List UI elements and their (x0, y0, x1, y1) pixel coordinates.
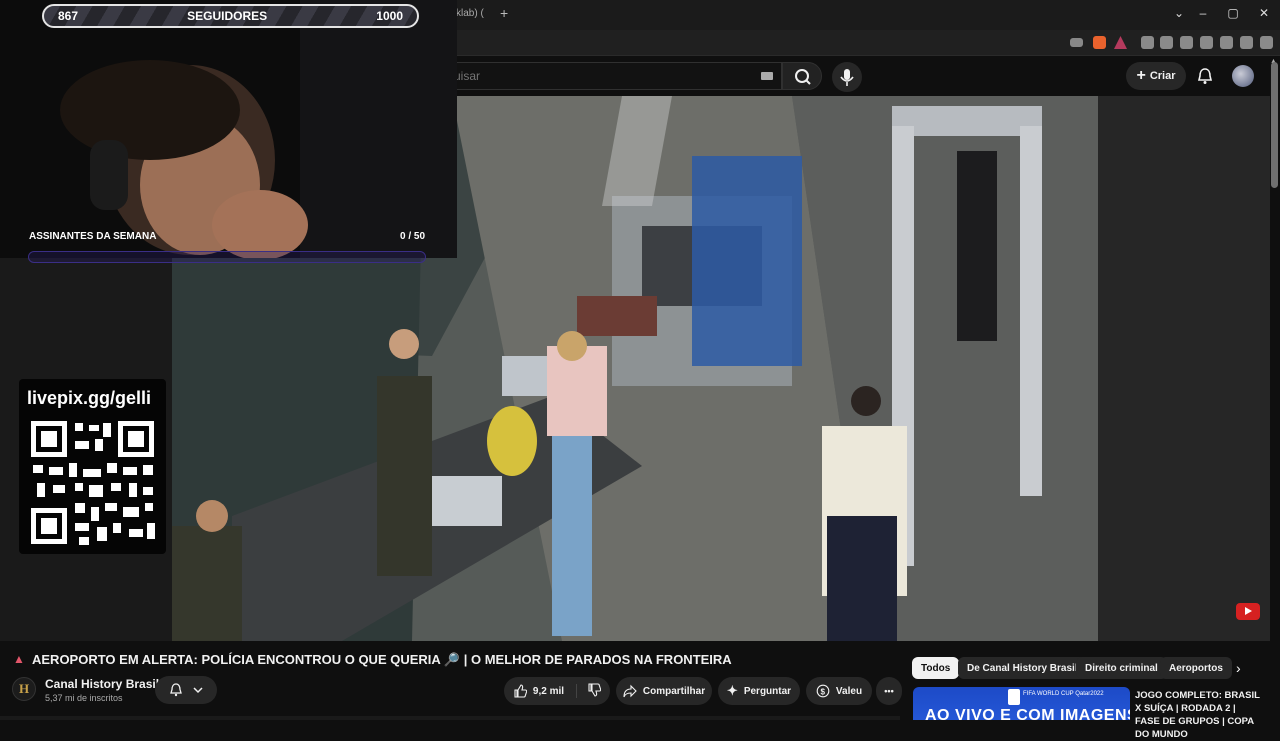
search-box[interactable] (440, 62, 782, 90)
thumbs-down-icon (588, 682, 602, 697)
followers-goal: 1000 (376, 9, 403, 23)
menu-icon[interactable] (1260, 36, 1273, 49)
account-avatar[interactable] (1232, 65, 1254, 87)
keyboard-icon[interactable] (761, 72, 773, 80)
followers-label: SEGUIDORES (187, 9, 268, 23)
super-thanks-icon: $ (816, 684, 830, 698)
wallet-icon[interactable] (1200, 36, 1213, 49)
notifications-bell-icon[interactable] (1196, 67, 1214, 90)
mic-icon (840, 69, 854, 86)
video-title: AEROPORTO EM ALERTA: POLÍCIA ENCONTROU O… (32, 652, 732, 667)
followers-goal-bar: 867 SEGUIDORES 1000 (42, 4, 419, 28)
extension-icon[interactable] (1141, 36, 1154, 49)
webcam-image (0, 0, 457, 258)
page-bottom-shadow (0, 716, 900, 720)
like-dislike-group: 9,2 mil (504, 677, 610, 705)
subscription-bell-button[interactable] (155, 676, 217, 704)
chip-from-channel[interactable]: De Canal History Brasil (958, 657, 1087, 679)
more-actions-button[interactable]: ••• (876, 677, 902, 705)
recommendation-thumbnail[interactable]: FIFA WORLD CUP Qatar2022 AO VIVO E COM I… (913, 687, 1130, 720)
share-label: Compartilhar (642, 685, 706, 697)
plus-icon: + (1136, 67, 1146, 84)
chevron-down-icon[interactable]: ⌄ (1167, 6, 1191, 20)
ask-label: Perguntar (743, 685, 792, 697)
youtube-watermark-icon (1236, 603, 1260, 620)
create-label: Criar (1149, 70, 1176, 82)
search-icon (795, 69, 811, 85)
channel-subscriber-count: 5,37 mi de inscritos (45, 693, 123, 703)
channel-avatar[interactable]: H (12, 677, 36, 701)
video-player-background-right (1098, 96, 1270, 641)
like-count: 9,2 mil (532, 685, 565, 697)
minimize-icon[interactable]: – (1191, 6, 1215, 20)
sidebar-icon[interactable] (1180, 36, 1193, 49)
chevron-down-icon (193, 687, 203, 694)
new-tab-button[interactable]: + (500, 5, 508, 21)
followers-current: 867 (58, 9, 79, 23)
webcam-overlay (0, 0, 457, 258)
page-scrollbar[interactable] (1271, 62, 1278, 188)
share-button[interactable]: Compartilhar (616, 677, 712, 705)
world-cup-logo-icon (1008, 689, 1020, 705)
restore-icon[interactable]: ▢ (1221, 6, 1245, 20)
bell-icon (170, 683, 182, 697)
chip-airports[interactable]: Aeroportos (1160, 657, 1232, 679)
music-icon[interactable] (1160, 36, 1173, 49)
create-button[interactable]: + Criar (1126, 62, 1186, 90)
chip-criminal-law[interactable]: Direito criminal (1076, 657, 1167, 679)
livepix-label: livepix.gg/gelli (27, 388, 152, 408)
voice-search-button[interactable] (832, 62, 862, 92)
like-button[interactable]: 9,2 mil (513, 684, 578, 698)
ask-button[interactable]: ✦ Perguntar (718, 677, 800, 705)
subscribers-goal-bar (28, 251, 426, 263)
channel-name[interactable]: Canal History Brasil (45, 677, 159, 691)
close-icon[interactable]: ✕ (1252, 6, 1276, 20)
siren-icon: ▲ (13, 652, 25, 666)
subscribers-goal-count: 0 / 50 (400, 231, 426, 242)
recommendation-thumb-badge: FIFA WORLD CUP Qatar2022 (1023, 691, 1104, 697)
leo-icon[interactable] (1220, 36, 1233, 49)
chevron-right-icon[interactable]: › (1236, 660, 1241, 676)
browser-tab[interactable]: klab) ( (456, 8, 484, 19)
share-icon (623, 684, 637, 698)
chip-all[interactable]: Todos (912, 657, 960, 679)
sparkle-icon: ✦ (726, 683, 738, 698)
svg-text:$: $ (820, 688, 825, 697)
subscribers-goal-label: ASSINANTES DA SEMANA (29, 231, 157, 242)
brave-shield-icon[interactable] (1093, 36, 1106, 49)
recommendation-thumb-text: AO VIVO E COM IMAGENS (925, 707, 1130, 720)
cast-icon[interactable] (1070, 38, 1083, 47)
thanks-button[interactable]: $ Valeu (806, 677, 872, 705)
dislike-button[interactable] (583, 682, 602, 700)
vpn-icon[interactable] (1240, 36, 1253, 49)
search-button[interactable] (782, 62, 822, 90)
search-input[interactable] (454, 69, 734, 83)
recommendation-title[interactable]: JOGO COMPLETO: BRASIL X SUÍÇA | RODADA 2… (1135, 689, 1260, 741)
thumbs-up-icon (514, 684, 527, 698)
thanks-label: Valeu (835, 685, 863, 697)
